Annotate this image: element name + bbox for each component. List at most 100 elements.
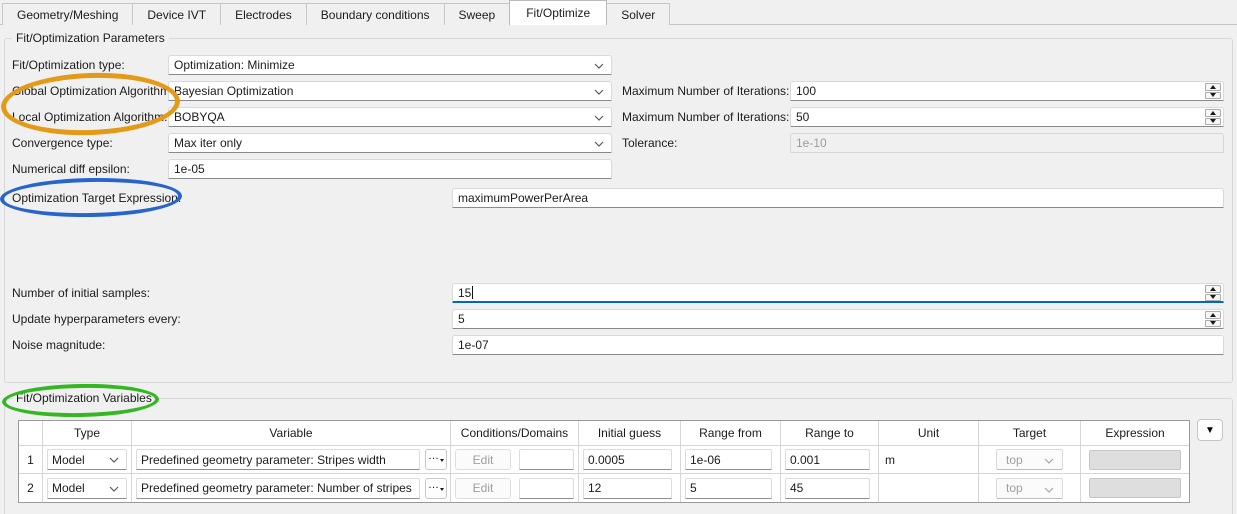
row-1-range-from-cell: 1e-06 [681,446,781,474]
row-2-range-from-cell: 5 [681,474,781,502]
triangle-down-icon [1210,295,1216,300]
local-algorithm-combobox[interactable]: BOBYQA [168,107,612,127]
table-menu-button[interactable]: ▼ [1197,419,1223,441]
row-2-range-from-field[interactable]: 5 [685,477,772,499]
tab-fit-optimize[interactable]: Fit/Optimize [509,0,608,25]
row-1-variable-cell: Predefined geometry parameter: Stripes w… [132,446,451,474]
tolerance-field: 1e-10 [790,133,1224,153]
row-2-type-combobox[interactable]: Model [47,477,127,499]
row-2-edit-button[interactable]: Edit [455,477,511,499]
tab-sweep[interactable]: Sweep [443,3,511,25]
row-2-type-cell: Model [43,474,132,502]
row-1-range-from-field[interactable]: 1e-06 [685,449,772,470]
tab-device-ivt[interactable]: Device IVT [132,3,222,25]
tolerance-label: Tolerance: [622,136,678,150]
spin-down-button[interactable] [1205,117,1221,125]
ellipsis-icon: … [428,450,439,462]
spin-up-button[interactable] [1205,285,1221,293]
row-2-expression-cell [1081,474,1189,502]
spin-down-button[interactable] [1205,319,1221,327]
fit-type-label: Fit/Optimization type: [12,58,125,72]
spin-buttons [1205,285,1221,301]
local-max-iterations-spinbox[interactable]: 50 [790,107,1224,127]
header-type: Type [43,421,132,446]
variables-table: Type Variable Conditions/Domains Initial… [18,420,1190,503]
row-2-target-value: top [1006,481,1023,495]
row-2-browse-button[interactable]: … [425,477,447,499]
triangle-down-icon [440,459,444,462]
row-2-variable-field[interactable]: Predefined geometry parameter: Number of… [136,477,420,499]
global-max-iterations-spinbox[interactable]: 100 [790,81,1224,101]
row-1-browse-button[interactable]: … [425,449,447,470]
tab-boundary-conditions[interactable]: Boundary conditions [305,3,445,25]
row-1-variable-field[interactable]: Predefined geometry parameter: Stripes w… [136,449,420,470]
header-rownum [19,421,43,446]
row-2-conditions-field[interactable] [519,477,574,499]
row-1-edit-button[interactable]: Edit [455,449,511,470]
spin-up-button[interactable] [1205,109,1221,117]
row-1-type-cell: Model [43,446,132,474]
numerical-diff-epsilon-value: 1e-05 [174,162,205,176]
chevron-down-icon [1044,487,1054,493]
row-1-conditions-cell: Edit [451,446,579,474]
row-1-initial-guess-cell: 0.0005 [579,446,681,474]
global-algorithm-combobox[interactable]: Bayesian Optimization [168,81,612,101]
header-range-from: Range from [681,421,781,446]
triangle-down-icon [1210,93,1216,98]
row-2-variable-value: Predefined geometry parameter: Number of… [141,481,412,495]
row-1-range-to-field[interactable]: 0.001 [785,449,870,470]
spin-down-button[interactable] [1205,91,1221,99]
chevron-down-icon [594,63,604,69]
spin-up-button[interactable] [1205,311,1221,319]
noise-magnitude-value: 1e-07 [458,338,489,352]
row-2-range-to-field[interactable]: 45 [785,477,870,499]
row-1-number[interactable]: 1 [19,446,43,474]
row-2-initial-guess-cell: 12 [579,474,681,502]
row-2-range-to-value: 45 [790,481,804,495]
update-hyperparams-spinbox[interactable]: 5 [452,309,1224,329]
noise-magnitude-label: Noise magnitude: [12,338,106,352]
numerical-diff-epsilon-field[interactable]: 1e-05 [168,159,612,179]
chevron-down-icon [594,141,604,147]
tab-geometry-meshing[interactable]: Geometry/Meshing [2,3,134,25]
header-initial-guess: Initial guess [579,421,681,446]
update-hyperparams-label: Update hyperparameters every: [12,312,181,326]
triangle-down-icon [1210,321,1216,326]
spin-up-button[interactable] [1205,83,1221,91]
noise-magnitude-field[interactable]: 1e-07 [452,335,1224,355]
row-1-unit-cell: m [879,446,979,474]
row-1-initial-guess-field[interactable]: 0.0005 [583,449,672,470]
spin-buttons [1205,83,1221,99]
parameters-group-title: Fit/Optimization Parameters [12,30,169,46]
target-expression-value: maximumPowerPerArea [458,191,589,205]
row-1-type-combobox[interactable]: Model [47,449,127,470]
row-2-expression-field [1089,478,1181,498]
chevron-down-icon [109,457,119,463]
initial-samples-label: Number of initial samples: [12,286,151,300]
row-1-range-to-cell: 0.001 [781,446,879,474]
numerical-diff-epsilon-label: Numerical diff epsilon: [12,162,130,176]
fit-type-combobox[interactable]: Optimization: Minimize [168,55,612,75]
row-2-range-to-cell: 45 [781,474,879,502]
row-1-conditions-field[interactable] [519,449,574,470]
header-range-to: Range to [781,421,879,446]
target-expression-field[interactable]: maximumPowerPerArea [452,188,1224,208]
row-2-initial-guess-field[interactable]: 12 [583,477,672,499]
header-conditions: Conditions/Domains [451,421,579,446]
triangle-up-icon [1210,312,1216,317]
target-expression-label: Optimization Target Expression: [12,191,182,205]
tab-bar: Geometry/Meshing Device IVT Electrodes B… [0,0,1237,25]
initial-samples-spinbox[interactable]: 15 [452,283,1224,303]
tolerance-value: 1e-10 [796,136,827,150]
row-2-number[interactable]: 2 [19,474,43,502]
local-max-iterations-value: 50 [796,110,810,124]
row-1-range-from-value: 1e-06 [690,452,721,467]
local-max-iterations-label: Maximum Number of Iterations: [622,110,790,124]
spin-down-button[interactable] [1205,293,1221,301]
global-max-iterations-value: 100 [796,84,817,98]
tab-solver[interactable]: Solver [606,3,671,25]
local-algorithm-label: Local Optimization Algorithm: [12,110,168,124]
convergence-type-combobox[interactable]: Max iter only [168,133,612,153]
tab-electrodes[interactable]: Electrodes [220,3,307,25]
row-1-target-combobox: top [996,449,1063,470]
